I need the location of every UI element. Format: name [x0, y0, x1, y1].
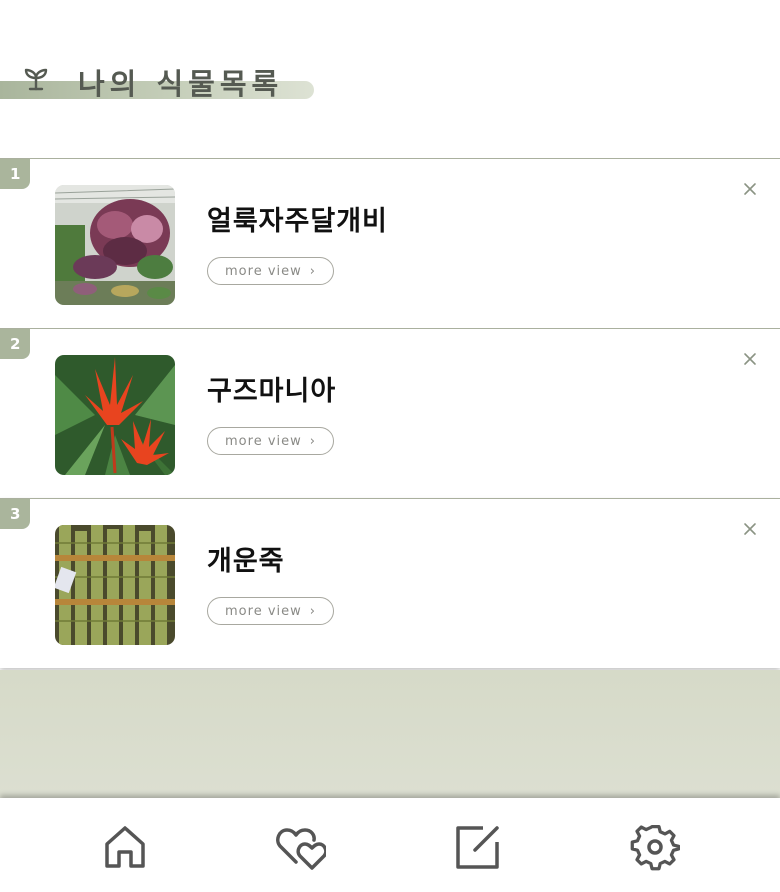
page-title: 나의 식물목록 [78, 67, 284, 101]
plant-name: 얼룩자주달개비 [207, 206, 388, 237]
more-view-label: more view [225, 433, 302, 449]
plant-name: 구즈마니아 [207, 376, 337, 407]
home-icon[interactable] [100, 822, 150, 872]
plant-photo[interactable] [55, 525, 175, 645]
plant-photo[interactable] [55, 355, 175, 475]
hearts-icon[interactable] [276, 822, 326, 872]
more-view-button[interactable]: more view › [207, 257, 334, 285]
more-view-button[interactable]: more view › [207, 427, 334, 455]
gear-icon[interactable] [630, 822, 680, 872]
index-badge: 2 [0, 329, 30, 359]
plant-card[interactable]: 2 구즈마니아 more view › [0, 328, 780, 498]
chevron-right-icon: › [309, 263, 316, 279]
empty-area [0, 670, 780, 798]
more-view-button[interactable]: more view › [207, 597, 334, 625]
index-badge: 1 [0, 159, 30, 189]
plant-photo[interactable] [55, 185, 175, 305]
page-header: 나의 식물목록 [0, 55, 320, 105]
close-icon[interactable] [742, 351, 758, 367]
more-view-label: more view [225, 263, 302, 279]
more-view-label: more view [225, 603, 302, 619]
sprout-icon [24, 68, 48, 91]
close-icon[interactable] [742, 181, 758, 197]
edit-icon[interactable] [453, 822, 503, 872]
plant-card[interactable]: 3 개운죽 more view › [0, 498, 780, 668]
bottom-nav [0, 798, 780, 892]
plant-list: 1 얼룩자주달개비 more view › 2 구즈마니아 more view … [0, 158, 780, 668]
chevron-right-icon: › [309, 603, 316, 619]
close-icon[interactable] [742, 521, 758, 537]
plant-card[interactable]: 1 얼룩자주달개비 more view › [0, 158, 780, 328]
plant-name: 개운죽 [207, 546, 285, 577]
chevron-right-icon: › [309, 433, 316, 449]
index-badge: 3 [0, 499, 30, 529]
